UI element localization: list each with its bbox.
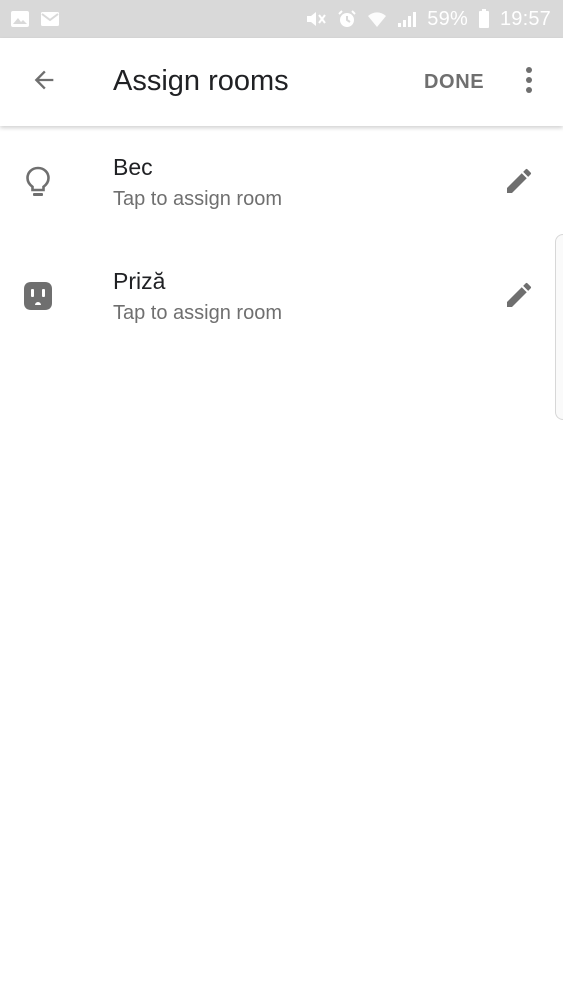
battery-percent: 59% xyxy=(427,7,468,30)
more-vert-icon xyxy=(525,66,533,99)
arrow-back-icon xyxy=(30,66,58,99)
clock: 19:57 xyxy=(499,7,551,30)
outlet-icon xyxy=(20,278,56,314)
gmail-notification-icon xyxy=(40,11,60,27)
page-title: Assign rooms xyxy=(113,65,289,97)
system-status: 59% 19:57 xyxy=(305,8,551,31)
mute-icon xyxy=(305,9,327,29)
status-bar: 59% 19:57 xyxy=(0,0,563,38)
edge-panel-handle[interactable] xyxy=(555,234,563,420)
app-bar: Assign rooms DONE xyxy=(0,38,563,126)
back-button[interactable] xyxy=(24,62,64,102)
lightbulb-icon xyxy=(20,164,56,200)
wifi-icon xyxy=(367,10,387,28)
device-room-hint: Tap to assign room xyxy=(113,188,282,210)
notification-icons xyxy=(10,10,60,28)
more-options-button[interactable] xyxy=(512,62,546,102)
edit-button-bec[interactable] xyxy=(500,164,538,202)
device-item-priza[interactable]: Priză Tap to assign room xyxy=(0,240,563,354)
signal-icon xyxy=(397,10,417,28)
device-list: Bec Tap to assign room Priză Tap to assi… xyxy=(0,126,563,354)
pencil-icon xyxy=(503,165,535,202)
device-room-hint: Tap to assign room xyxy=(113,302,282,324)
image-notification-icon xyxy=(10,10,30,28)
device-name: Bec xyxy=(113,154,153,180)
device-item-bec[interactable]: Bec Tap to assign room xyxy=(0,126,563,240)
battery-icon xyxy=(478,9,490,29)
pencil-icon xyxy=(503,279,535,316)
alarm-icon xyxy=(337,9,357,29)
done-button[interactable]: DONE xyxy=(424,71,484,94)
device-name: Priză xyxy=(113,268,166,294)
edit-button-priza[interactable] xyxy=(500,278,538,316)
